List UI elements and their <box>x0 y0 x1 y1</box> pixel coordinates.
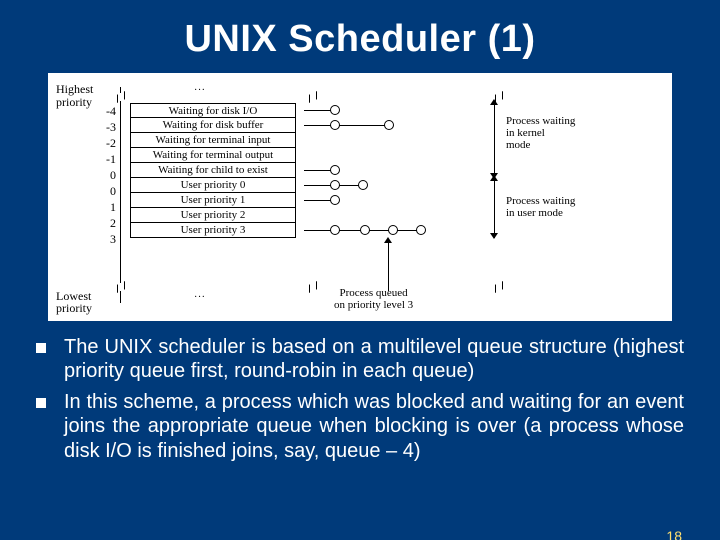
arrow-down-icon <box>490 233 498 239</box>
queue-row-label: User priority 1 <box>130 193 296 208</box>
bullet-text: In this scheme, a process which was bloc… <box>64 390 684 463</box>
process-node-icon <box>388 225 398 235</box>
process-node-icon <box>360 225 370 235</box>
process-node-icon <box>330 225 340 235</box>
square-bullet-icon <box>36 398 46 408</box>
queue-row <box>304 163 484 178</box>
ellipsis-icon: · · · <box>194 85 204 96</box>
axis-break-icon <box>310 283 316 291</box>
process-node-icon <box>358 180 368 190</box>
ellipsis-icon: · · · <box>194 292 204 303</box>
process-node-icon <box>330 105 340 115</box>
process-node-icon <box>330 195 340 205</box>
bullet-list: The UNIX scheduler is based on a multile… <box>36 335 684 463</box>
page-number: 18 <box>666 528 682 540</box>
process-node-icon <box>384 120 394 130</box>
axis-break-icon <box>310 93 316 101</box>
priority-value: 2 <box>92 215 116 231</box>
queue-row-label: Waiting for terminal output <box>130 148 296 163</box>
queue-row <box>304 208 484 223</box>
callout-arrow <box>388 241 389 291</box>
priority-axis <box>120 87 121 303</box>
kernel-mode-label: Process waitingin kernelmode <box>506 115 575 151</box>
user-mode-bracket <box>494 178 495 238</box>
queue-link-line <box>304 125 390 126</box>
queue-row-label: Waiting for disk I/O <box>130 103 296 118</box>
process-node-icon <box>330 180 340 190</box>
process-node-icon <box>330 120 340 130</box>
square-bullet-icon <box>36 343 46 353</box>
priority-value: -1 <box>92 151 116 167</box>
arrow-up-icon <box>384 237 392 243</box>
queue-descriptions: Waiting for disk I/O Waiting for disk bu… <box>130 103 296 238</box>
queue-row <box>304 103 484 118</box>
priority-value: 1 <box>92 199 116 215</box>
axis-break-icon <box>118 93 124 101</box>
queue-linked-lists <box>304 103 484 238</box>
slide: UNIX Scheduler (1) Highestpriority Lowes… <box>0 18 720 540</box>
queue-row-label: User priority 2 <box>130 208 296 223</box>
process-node-icon <box>330 165 340 175</box>
axis-break-icon <box>496 283 502 291</box>
process-node-icon <box>416 225 426 235</box>
queue-row-label: Waiting for child to exist <box>130 163 296 178</box>
queue-row-label: Waiting for terminal input <box>130 133 296 148</box>
queue-row <box>304 193 484 208</box>
arrow-up-icon <box>490 175 498 181</box>
kernel-mode-bracket <box>494 103 495 178</box>
lowest-priority-label: Lowestpriority <box>56 290 92 315</box>
user-mode-label: Process waitingin user mode <box>506 195 575 219</box>
queue-row <box>304 178 484 193</box>
list-item: The UNIX scheduler is based on a multile… <box>36 335 684 384</box>
queue-row-label: Waiting for disk buffer <box>130 118 296 133</box>
arrow-up-icon <box>490 99 498 105</box>
list-item: In this scheme, a process which was bloc… <box>36 390 684 463</box>
priority-value: 3 <box>92 231 116 247</box>
figure-inner: Highestpriority Lowestpriority -4 -3 -2 … <box>54 81 666 317</box>
queue-row <box>304 148 484 163</box>
callout-label: Process queuedon priority level 3 <box>334 287 413 311</box>
axis-break-icon <box>118 283 124 291</box>
priority-value: 0 <box>92 183 116 199</box>
priority-value: -2 <box>92 135 116 151</box>
queue-row-label: User priority 0 <box>130 178 296 193</box>
queue-row <box>304 223 484 238</box>
scheduler-figure: Highestpriority Lowestpriority -4 -3 -2 … <box>48 73 672 321</box>
priority-value: 0 <box>92 167 116 183</box>
priority-value: -4 <box>92 103 116 119</box>
highest-priority-label: Highestpriority <box>56 83 93 108</box>
slide-title: UNIX Scheduler (1) <box>0 18 720 61</box>
priority-numbers: -4 -3 -2 -1 0 0 1 2 3 <box>92 103 116 247</box>
queue-row <box>304 118 484 133</box>
priority-value: -3 <box>92 119 116 135</box>
queue-row <box>304 133 484 148</box>
queue-row-label: User priority 3 <box>130 223 296 238</box>
bullet-text: The UNIX scheduler is based on a multile… <box>64 335 684 384</box>
